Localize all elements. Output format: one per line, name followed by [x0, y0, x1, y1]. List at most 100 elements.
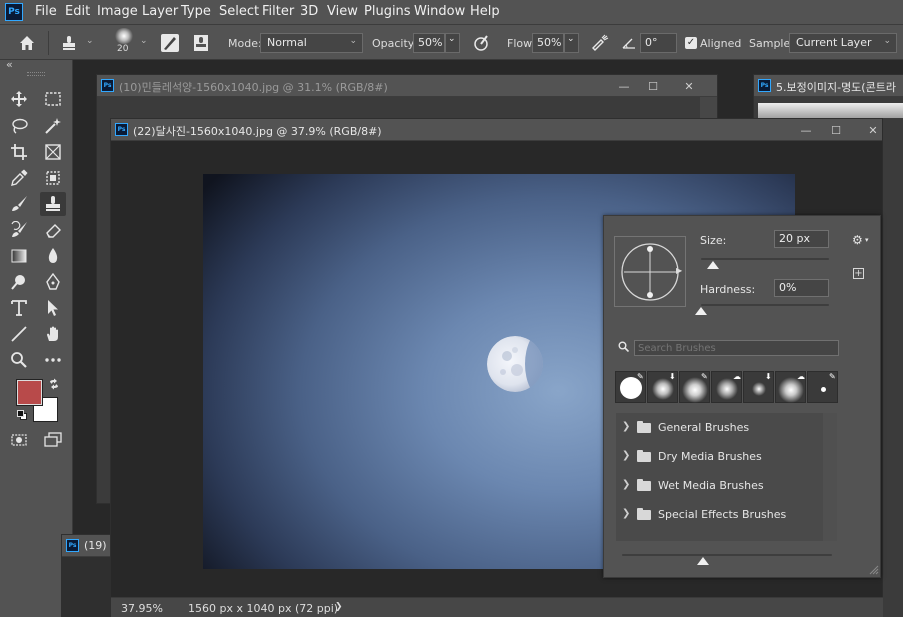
- menu-edit[interactable]: Edit: [65, 4, 90, 19]
- menu-select[interactable]: Select: [219, 4, 259, 19]
- pressure-opacity-icon[interactable]: [472, 34, 490, 52]
- search-brushes-input[interactable]: [634, 340, 839, 356]
- gear-icon[interactable]: ⚙: [852, 233, 863, 247]
- airbrush-icon[interactable]: [591, 34, 609, 52]
- preview-size-slider-thumb[interactable]: [697, 557, 709, 565]
- brush-preset-hard-round[interactable]: ✎: [615, 371, 646, 403]
- line-tool-icon[interactable]: [6, 322, 32, 346]
- menu-filter[interactable]: Filter: [262, 4, 294, 19]
- sample-select[interactable]: Current Layer ⌄: [789, 33, 897, 53]
- brush-preset-small-soft[interactable]: ⬇: [743, 371, 774, 403]
- menu-window[interactable]: Window: [414, 4, 465, 19]
- resize-grip-icon[interactable]: [867, 563, 879, 575]
- aligned-checkbox[interactable]: ✓: [685, 37, 697, 49]
- preview-arrow-icon: ▶: [676, 266, 683, 275]
- chevron-right-icon: ❯: [622, 508, 631, 519]
- brush-preset-soft-round-large[interactable]: ✎: [679, 371, 710, 403]
- maximize-button[interactable]: ☐: [827, 121, 845, 139]
- menu-file[interactable]: File: [35, 4, 57, 19]
- brush-preset-tiny-hard[interactable]: ✎: [807, 371, 838, 403]
- document-title-bar[interactable]: Ps (10)민들레석양-1560x1040.jpg @ 31.1% (RGB/…: [97, 75, 717, 97]
- more-tools-icon[interactable]: [40, 348, 66, 372]
- toggle-clone-source-icon[interactable]: [192, 34, 210, 52]
- quick-mask-icon[interactable]: [6, 428, 32, 452]
- opacity-dropdown-icon[interactable]: ⌄: [445, 33, 460, 53]
- clone-stamp-tool-preset-icon[interactable]: [60, 34, 78, 52]
- status-menu-arrow-icon[interactable]: ❯: [335, 602, 343, 612]
- history-brush-tool-icon[interactable]: [6, 218, 32, 242]
- path-selection-tool-icon[interactable]: [40, 296, 66, 320]
- object-selection-tool-icon[interactable]: [40, 166, 66, 190]
- toggle-brush-settings-icon[interactable]: [161, 34, 179, 52]
- chevron-right-icon: ❯: [622, 450, 631, 461]
- minimize-button[interactable]: —: [615, 77, 633, 95]
- size-input[interactable]: 20 px: [774, 230, 829, 248]
- hand-tool-icon[interactable]: [40, 322, 66, 346]
- menu-plugins[interactable]: Plugins: [364, 4, 411, 19]
- eraser-tool-icon[interactable]: [40, 218, 66, 242]
- folder-dry-media-brushes[interactable]: ❯ Dry Media Brushes: [616, 442, 822, 471]
- size-slider-track[interactable]: [701, 258, 829, 260]
- flow-dropdown-icon[interactable]: ⌄: [564, 33, 579, 53]
- new-preset-icon[interactable]: +: [853, 268, 864, 279]
- clone-stamp-tool-icon[interactable]: [40, 192, 66, 216]
- mode-select[interactable]: Normal ⌄: [260, 33, 363, 53]
- folder-general-brushes[interactable]: ❯ General Brushes: [616, 413, 822, 442]
- menu-3d[interactable]: 3D: [300, 4, 318, 19]
- blur-tool-icon[interactable]: [40, 244, 66, 268]
- brush-preview-icon[interactable]: [114, 28, 134, 44]
- gradient-tool-icon[interactable]: [6, 244, 32, 268]
- opacity-input[interactable]: 50%: [413, 33, 445, 53]
- brush-picker-dropdown-icon[interactable]: ⌄: [140, 36, 148, 46]
- lasso-tool-icon[interactable]: [6, 114, 32, 138]
- marquee-tool-icon[interactable]: [40, 87, 66, 111]
- hardness-input[interactable]: 0%: [774, 279, 829, 297]
- chevron-right-icon: ❯: [622, 421, 631, 432]
- collapse-panel-icon[interactable]: «: [6, 58, 13, 71]
- menu-view[interactable]: View: [327, 4, 358, 19]
- size-slider-thumb[interactable]: [707, 261, 719, 269]
- menu-image[interactable]: Image: [97, 4, 138, 19]
- folders-scrollbar[interactable]: [823, 413, 837, 541]
- eyedropper-tool-icon[interactable]: [6, 166, 32, 190]
- folder-special-effects-brushes[interactable]: ❯ Special Effects Brushes: [616, 500, 822, 529]
- angle-input[interactable]: 0°: [640, 33, 677, 53]
- folder-wet-media-brushes[interactable]: ❯ Wet Media Brushes: [616, 471, 822, 500]
- hardness-slider-thumb[interactable]: [695, 307, 707, 315]
- preview-size-slider-track[interactable]: [622, 554, 832, 556]
- zoom-level[interactable]: 37.95%: [121, 602, 163, 615]
- brush-preset-airbrush-large[interactable]: ☁: [775, 371, 806, 403]
- hardness-slider-track[interactable]: [701, 304, 829, 306]
- dodge-tool-icon[interactable]: [6, 270, 32, 294]
- toolbar-grip[interactable]: [27, 72, 45, 76]
- close-button[interactable]: ✕: [864, 121, 882, 139]
- workspace-scroll-area[interactable]: [882, 118, 903, 617]
- flow-input[interactable]: 50%: [532, 33, 564, 53]
- magic-wand-tool-icon[interactable]: [40, 114, 66, 138]
- move-tool-icon[interactable]: [6, 87, 32, 111]
- document-title-bar[interactable]: Ps 5.보정이미지-명도(콘트라: [754, 75, 903, 97]
- foreground-color-swatch[interactable]: [16, 379, 43, 406]
- gear-dropdown-icon[interactable]: ▾: [865, 236, 869, 244]
- type-tool-icon[interactable]: [6, 296, 32, 320]
- pen-tool-icon[interactable]: [40, 270, 66, 294]
- brush-tool-icon[interactable]: [6, 192, 32, 216]
- crop-tool-icon[interactable]: [6, 140, 32, 164]
- menu-type[interactable]: Type: [181, 4, 211, 19]
- screen-mode-icon[interactable]: [40, 428, 66, 452]
- maximize-button[interactable]: ☐: [644, 77, 662, 95]
- photoshop-logo[interactable]: Ps: [5, 3, 23, 21]
- minimize-button[interactable]: —: [797, 121, 815, 139]
- default-colors-icon[interactable]: [17, 410, 27, 420]
- preset-dropdown-icon[interactable]: ⌄: [86, 36, 94, 46]
- menu-help[interactable]: Help: [470, 4, 500, 19]
- zoom-tool-icon[interactable]: [6, 348, 32, 372]
- document-title-bar[interactable]: Ps (22)달사진-1560x1040.jpg @ 37.9% (RGB/8#…: [111, 119, 883, 141]
- swap-colors-icon[interactable]: [48, 378, 60, 390]
- menu-layer[interactable]: Layer: [142, 4, 178, 19]
- frame-tool-icon[interactable]: [40, 140, 66, 164]
- brush-preset-soft-round[interactable]: ⬇: [647, 371, 678, 403]
- brush-preset-soft-airbrush[interactable]: ☁: [711, 371, 742, 403]
- close-button[interactable]: ✕: [680, 77, 698, 95]
- home-icon[interactable]: [18, 34, 36, 52]
